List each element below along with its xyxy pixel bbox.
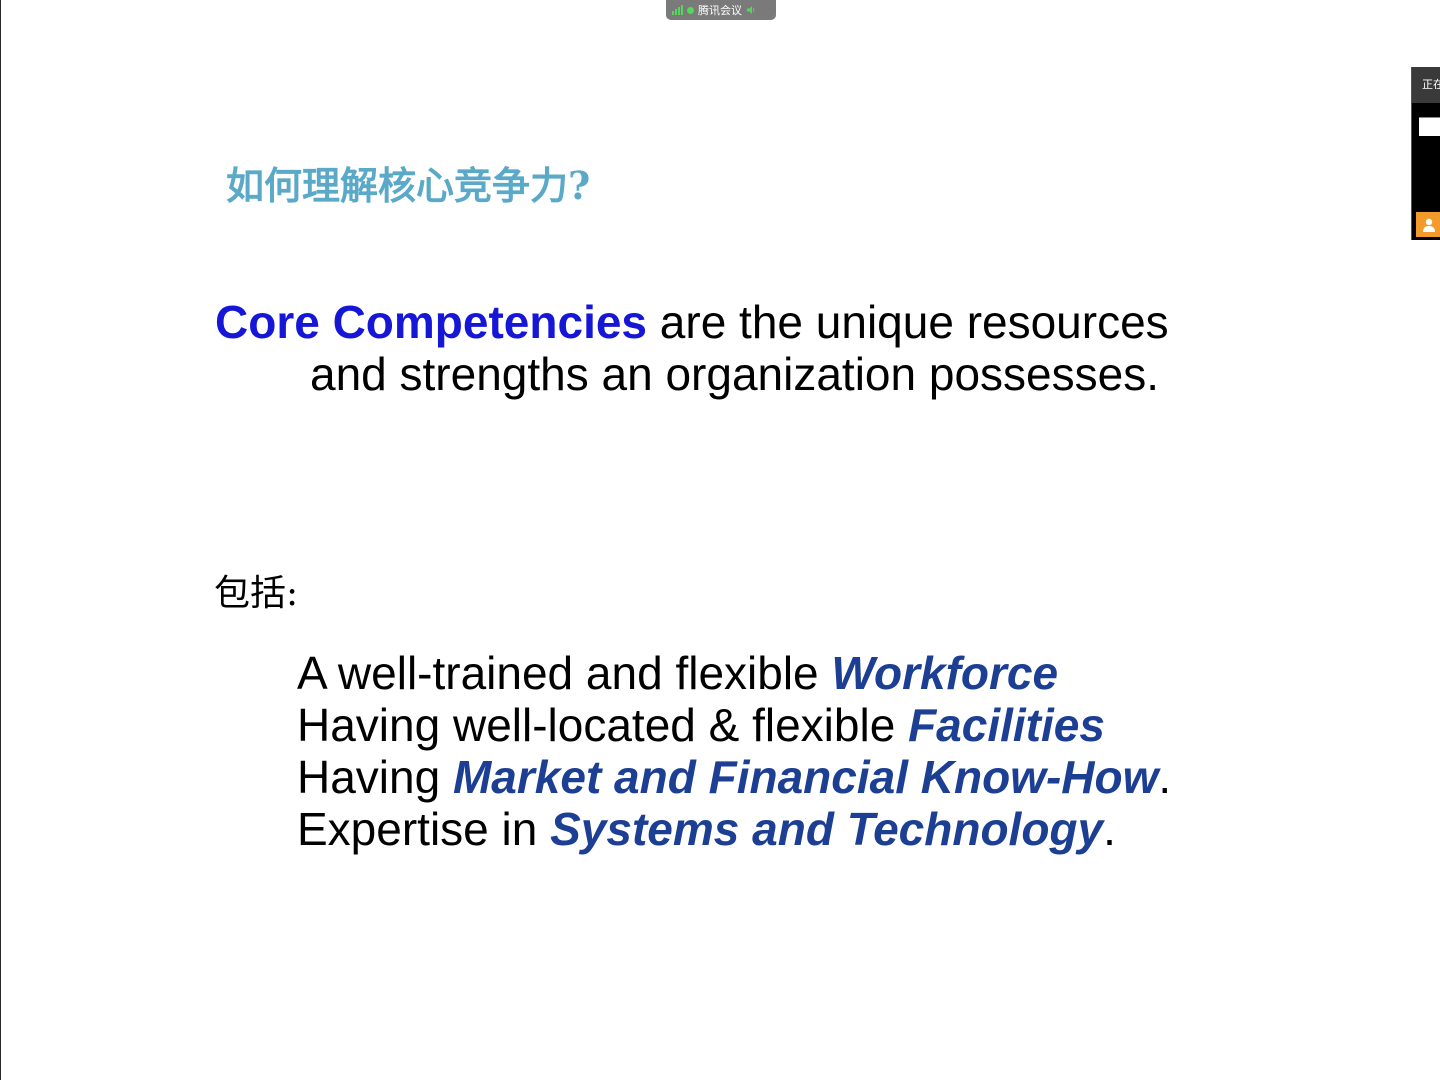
definition-text: Core Competencies are the unique resourc… [215, 296, 1275, 400]
participant-panel-header: 正在 [1412, 67, 1440, 103]
definition-line2: and strengths an organization possesses. [310, 348, 1159, 400]
definition-line1: are the unique resources [647, 296, 1169, 348]
list-item: Having well-located & flexible Facilitie… [297, 699, 1171, 751]
definition-term: Core Competencies [215, 296, 648, 348]
item-emphasis: Facilities [908, 699, 1105, 751]
item-emphasis: Systems and Technology [550, 803, 1104, 855]
competency-list: A well-trained and flexible Workforce Ha… [297, 647, 1171, 855]
item-emphasis: Workforce [831, 647, 1059, 699]
person-icon [1422, 218, 1435, 232]
slide-title: 如何理解核心竞争力? [226, 163, 591, 208]
list-item: Expertise in Systems and Technology. [297, 803, 1171, 855]
participant-panel[interactable]: 正在 [1411, 67, 1440, 240]
signal-bars-icon [672, 5, 683, 15]
item-text: Having well-located & flexible [297, 699, 909, 751]
shared-screen-thumbnail[interactable] [1419, 117, 1440, 136]
connected-dot-icon [687, 6, 694, 14]
item-text: Expertise in [297, 803, 551, 855]
item-suffix: . [1158, 751, 1172, 803]
meeting-app-name: 腾讯会议 [698, 4, 742, 17]
item-text: A well-trained and flexible [297, 647, 832, 699]
item-emphasis: Market and Financial Know-How [452, 751, 1159, 803]
item-text: Having [297, 751, 453, 803]
speaker-icon[interactable] [746, 5, 756, 15]
avatar[interactable] [1416, 212, 1440, 237]
meeting-status-bar[interactable]: 腾讯会议 [666, 0, 776, 20]
screen: 腾讯会议 正在 如何理解核心竞争力? Core Competencies are… [0, 0, 1440, 1080]
includes-label: 包括: [214, 573, 299, 614]
list-item: A well-trained and flexible Workforce [297, 647, 1171, 699]
list-item: Having Market and Financial Know-How. [297, 751, 1171, 803]
item-suffix: . [1103, 803, 1116, 855]
window-edge [0, 0, 1, 1080]
